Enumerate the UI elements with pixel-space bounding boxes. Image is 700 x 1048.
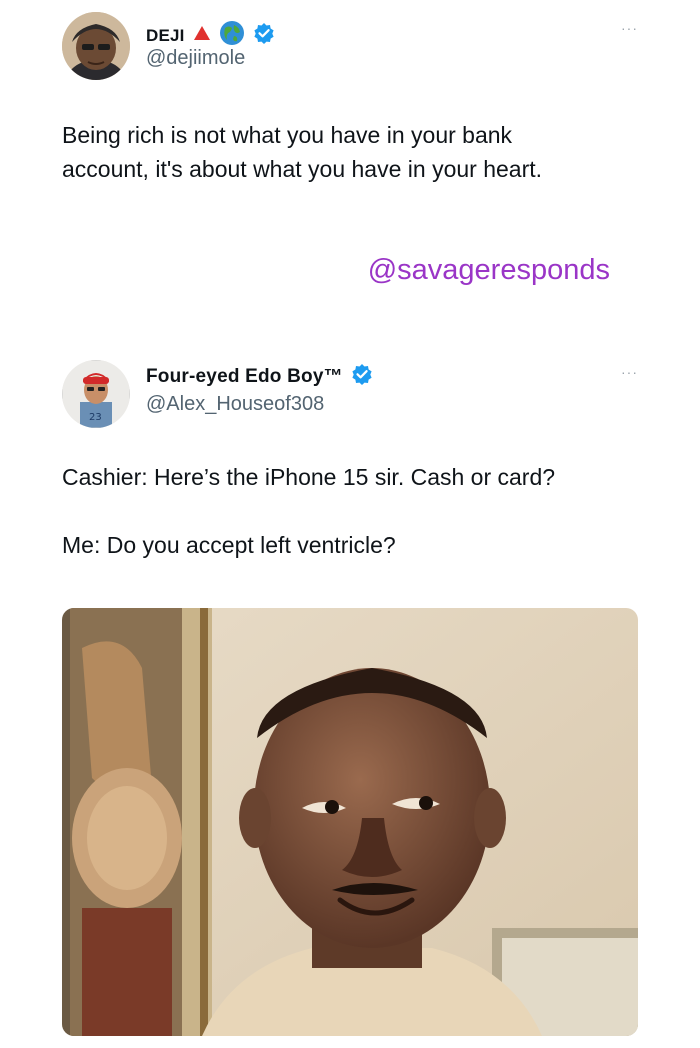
avatar[interactable] bbox=[62, 12, 130, 80]
author-handle[interactable]: @dejiimole bbox=[146, 47, 245, 70]
author-row: Four-eyed Edo Boy™ bbox=[146, 363, 373, 390]
author-name[interactable]: Four-eyed Edo Boy™ bbox=[146, 366, 343, 388]
tweet-text-line: Cashier: Here’s the iPhone 15 sir. Cash … bbox=[62, 464, 556, 490]
tweet-text: Being rich is not what you have in your … bbox=[62, 118, 652, 186]
svg-text:23: 23 bbox=[89, 412, 102, 423]
avatar[interactable]: 23 bbox=[62, 360, 130, 428]
tweet-image[interactable] bbox=[62, 608, 638, 1036]
tweet-text-line: Me: Do you accept left ventricle? bbox=[62, 532, 396, 558]
red-triangle-icon bbox=[193, 25, 211, 46]
tweet-edo-boy: 23 Four-eyed Edo Boy™ @Alex_Houseof308 ·… bbox=[0, 340, 700, 1048]
tweet-text: Cashier: Here’s the iPhone 15 sir. Cash … bbox=[62, 460, 652, 596]
smiling-man-photo bbox=[62, 608, 638, 1036]
watermark: @savageresponds bbox=[367, 254, 610, 286]
more-options-icon[interactable]: ··· bbox=[621, 364, 638, 380]
author-name[interactable]: DEJI bbox=[146, 26, 185, 46]
tweet-text-line: Being rich is not what you have in your … bbox=[62, 122, 513, 148]
verified-badge-icon bbox=[351, 363, 373, 390]
tweet-text-line: account, it's about what you have in you… bbox=[62, 156, 543, 182]
verified-badge-icon bbox=[253, 22, 275, 49]
more-options-icon[interactable]: ··· bbox=[621, 20, 638, 36]
author-handle[interactable]: @Alex_Houseof308 bbox=[146, 393, 324, 416]
tweet-deji: DEJI @dejiimole ··· Being rich is not wh… bbox=[0, 0, 700, 240]
